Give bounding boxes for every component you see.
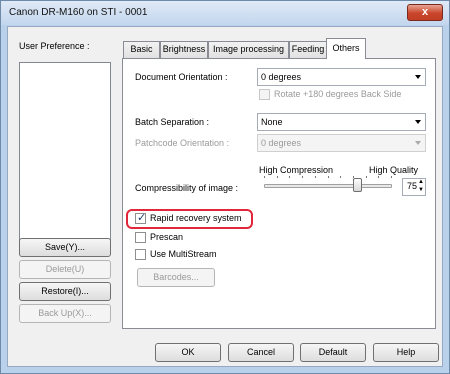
high-quality-label: High Quality — [369, 165, 419, 175]
restore-button[interactable]: Restore(I)... — [19, 282, 111, 301]
rapid-recovery-label: Rapid recovery system — [150, 213, 242, 223]
slider-tick — [328, 176, 329, 178]
slider-tick — [302, 176, 303, 178]
restore-button-label: Restore(I)... — [41, 286, 89, 296]
ok-button-label: OK — [181, 347, 195, 357]
ok-button[interactable]: OK — [155, 343, 221, 362]
patchcode-orientation-value: 0 degrees — [261, 138, 302, 148]
chevron-down-icon — [415, 141, 421, 145]
close-icon: x — [421, 6, 429, 18]
barcodes-button-label: Barcodes... — [153, 272, 199, 282]
slider-tick — [366, 176, 367, 178]
slider-thumb[interactable] — [353, 178, 362, 192]
dialog-client-area: User Preference : Save(Y)... Delete(U) R… — [7, 26, 443, 367]
multistream-checkbox[interactable] — [135, 249, 146, 260]
tab-image-processing-label: Image processing — [212, 44, 285, 54]
tab-others-label: Others — [332, 43, 360, 53]
document-orientation-value: 0 degrees — [261, 72, 302, 82]
slider-tick — [289, 176, 290, 178]
document-orientation-label: Document Orientation : — [135, 72, 228, 82]
slider-tick — [353, 176, 354, 178]
spin-up-icon[interactable]: ▲ — [418, 179, 424, 185]
slider-tick — [340, 176, 341, 178]
others-tab-panel: Document Orientation : 0 degrees Rotate … — [122, 58, 436, 329]
barcodes-button[interactable]: Barcodes... — [137, 268, 215, 287]
delete-button-label: Delete(U) — [45, 264, 85, 274]
batch-separation-select[interactable]: None — [257, 113, 426, 131]
default-button[interactable]: Default — [300, 343, 366, 362]
rotate-back-label: Rotate +180 degrees Back Side — [274, 89, 402, 99]
slider-tick — [264, 176, 265, 178]
patchcode-orientation-select[interactable]: 0 degrees — [257, 134, 426, 152]
chevron-down-icon — [415, 75, 421, 79]
user-preference-list[interactable] — [19, 62, 111, 247]
tab-basic[interactable]: Basic — [123, 41, 160, 58]
document-orientation-select[interactable]: 0 degrees — [257, 68, 426, 86]
batch-separation-label: Batch Separation : — [135, 117, 210, 127]
save-button-label: Save(Y)... — [44, 242, 85, 252]
prescan-checkbox[interactable] — [135, 232, 146, 243]
title-bar[interactable]: Canon DR-M160 on STI - 0001 x — [1, 1, 449, 25]
rapid-recovery-checkbox[interactable]: ✓ — [135, 212, 147, 224]
tab-brightness[interactable]: Brightness — [160, 41, 208, 58]
backup-button[interactable]: Back Up(X)... — [19, 304, 111, 323]
spin-down-icon[interactable]: ▼ — [418, 187, 424, 193]
compressibility-spinbox[interactable]: 75 ▲ ▼ — [402, 178, 426, 196]
compressibility-slider[interactable] — [264, 176, 392, 194]
high-compression-label: High Compression — [259, 165, 334, 175]
slider-tick — [315, 176, 316, 178]
backup-button-label: Back Up(X)... — [38, 308, 92, 318]
slider-track — [264, 184, 392, 188]
default-button-label: Default — [318, 347, 348, 357]
tab-brightness-label: Brightness — [162, 44, 206, 54]
tab-feeding[interactable]: Feeding — [289, 41, 327, 58]
tab-feeding-label: Feeding — [291, 44, 325, 54]
dialog-window: Canon DR-M160 on STI - 0001 x User Prefe… — [0, 0, 450, 374]
help-button-label: Help — [396, 347, 416, 357]
slider-tick — [277, 176, 278, 178]
window-title: Canon DR-M160 on STI - 0001 — [9, 7, 148, 18]
cancel-button[interactable]: Cancel — [228, 343, 294, 362]
delete-button[interactable]: Delete(U) — [19, 260, 111, 279]
tab-others[interactable]: Others — [326, 38, 366, 59]
batch-separation-value: None — [261, 117, 283, 127]
user-preference-label: User Preference : — [19, 41, 90, 51]
slider-tick — [391, 176, 392, 178]
chevron-down-icon — [415, 120, 421, 124]
save-button[interactable]: Save(Y)... — [19, 238, 111, 257]
prescan-label: Prescan — [150, 232, 184, 242]
help-button[interactable]: Help — [373, 343, 439, 362]
tab-basic-label: Basic — [130, 44, 153, 54]
tab-image-processing[interactable]: Image processing — [208, 41, 289, 58]
compressibility-label: Compressibility of image : — [135, 183, 239, 193]
patchcode-orientation-label: Patchcode Orientation : — [135, 138, 230, 148]
slider-tick — [378, 176, 379, 178]
cancel-button-label: Cancel — [246, 347, 275, 357]
close-button[interactable]: x — [407, 4, 443, 21]
checkmark-icon: ✓ — [137, 212, 147, 224]
multistream-label: Use MultiStream — [150, 249, 217, 259]
compressibility-value: 75 — [406, 181, 417, 191]
rotate-back-checkbox[interactable] — [259, 89, 270, 100]
